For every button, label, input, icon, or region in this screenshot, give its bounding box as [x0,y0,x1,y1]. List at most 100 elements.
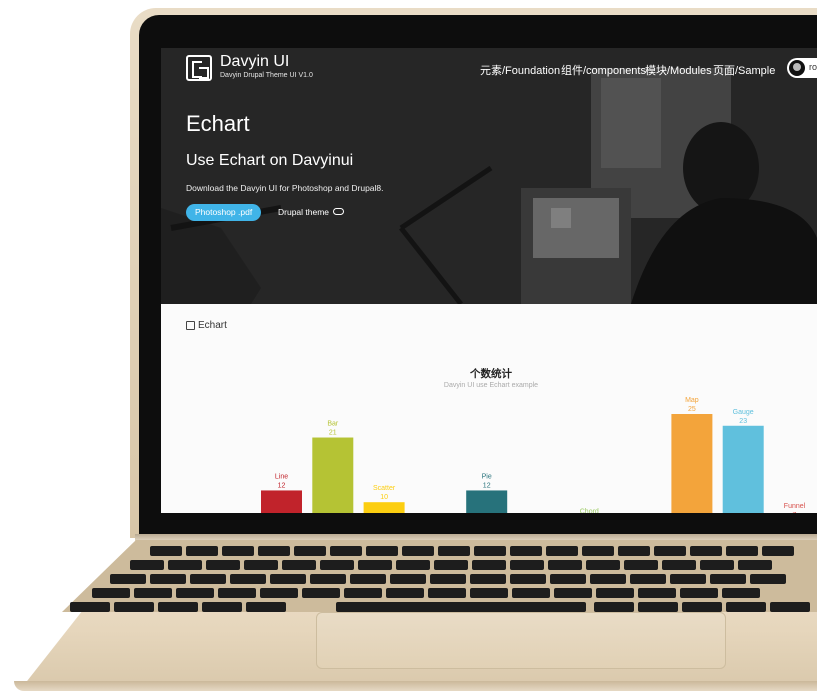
keyboard-key [330,546,362,556]
keyboard-key [130,560,164,570]
keyboard-key [134,588,172,598]
keyboard-key [550,574,586,584]
keyboard-key [670,574,706,584]
keyboard-key [682,602,722,612]
brand-tagline: Davyin Drupal Theme UI V1.0 [220,72,313,79]
nav-item-components[interactable]: 组件/components [561,62,646,78]
keyboard-key [510,546,542,556]
nav-item-foundation[interactable]: 元素/Foundation [480,62,560,78]
keyboard-key [512,588,550,598]
keyboard-key [168,560,202,570]
keyboard-key [690,546,722,556]
nav-item-modules[interactable]: 模块/Modules [645,62,712,78]
keyboard-key [246,602,286,612]
page-title: Echart [186,111,250,136]
keyboard-key [680,588,718,598]
keyboard-key [510,560,544,570]
keyboard-key [638,588,676,598]
bar-category-label: Chord [580,509,599,513]
keyboard-key [310,574,346,584]
bar-pie[interactable] [466,490,508,513]
keyboard-key [762,546,794,556]
keyboard-key [638,602,678,612]
keyboard-key [258,546,290,556]
bar-value-label: 7 [793,512,797,513]
bar-category-label: Funnel [784,503,806,510]
keyboard-key [700,560,734,570]
keyboard-key [150,574,186,584]
keyboard-key [654,546,686,556]
bar-value-label: 21 [329,430,337,437]
drupal-theme-link[interactable]: Drupal theme [278,207,345,217]
keyboard-key [590,574,626,584]
logo-icon[interactable] [186,55,212,81]
bar-category-label: Scatter [373,485,396,492]
keyboard-key [366,546,398,556]
keyboard-key [662,560,696,570]
keyboard-key [726,602,766,612]
keyboard-key [350,574,386,584]
keyboard-key [230,574,266,584]
bar-gauge[interactable] [722,425,764,513]
keyboard-key [428,588,466,598]
keyboard-key [110,574,146,584]
keyboard-key [430,574,466,584]
trackpad [316,612,726,669]
keyboard-key [186,546,218,556]
keyboard-key [710,574,746,584]
keyboard-key [470,588,508,598]
bar-category-label: Pie [482,473,492,480]
keyboard-key [344,588,382,598]
keyboard-key [722,588,760,598]
photoshop-download-button[interactable]: Photoshop .pdf [186,204,262,221]
cloud-download-icon [333,208,345,215]
hero-banner: Davyin UI Davyin Drupal Theme UI V1.0 元素… [161,48,817,304]
keyboard-key [396,560,430,570]
bar-value-label: 12 [278,482,286,489]
keyboard-key [402,546,434,556]
brand-name[interactable]: Davyin UI [220,53,289,71]
keyboard-key [70,602,110,612]
bar-map[interactable] [671,414,713,513]
keyboard-key [582,546,614,556]
keyboard-key [302,588,340,598]
keyboard-key [358,560,392,570]
drupal-theme-label: Drupal theme [278,207,330,217]
bar-value-label: 10 [380,494,388,501]
keyboard-key [594,602,634,612]
keyboard-key [474,546,506,556]
keyboard-key [222,546,254,556]
keyboard-key [438,546,470,556]
keyboard-key [586,560,620,570]
bar-category-label: Map [685,397,699,404]
keyboard-key [386,588,424,598]
keyboard-key [202,602,242,612]
keyboard-key [176,588,214,598]
keyboard-key [738,560,772,570]
bar-line[interactable] [261,490,302,513]
keyboard-key [158,602,198,612]
keyboard-key [470,574,506,584]
bar-bar[interactable] [312,437,354,513]
keyboard-key [770,602,810,612]
bar-category-label: Bar [327,421,339,428]
keyboard-key [282,560,316,570]
keyboard-key [750,574,786,584]
keyboard-key [510,574,546,584]
keyboard-key [390,574,426,584]
bar-value-label: 12 [483,482,491,489]
bar-value-label: 25 [688,406,696,413]
nav-item-sample[interactable]: 页面/Sample [713,62,775,78]
laptop-front-edge [14,681,817,691]
screen: Davyin UI Davyin Drupal Theme UI V1.0 元素… [161,48,817,513]
bar-value-label: 23 [739,418,747,425]
bar-scatter[interactable] [363,502,405,513]
keyboard-key [434,560,468,570]
user-menu[interactable]: ro [787,58,817,78]
user-name: ro [809,62,817,72]
keyboard-key [114,602,154,612]
page-subtitle: Use Echart on Davyinui [186,152,354,169]
keyboard-key [472,560,506,570]
avatar-icon [789,60,805,76]
keyboard-key [294,546,326,556]
